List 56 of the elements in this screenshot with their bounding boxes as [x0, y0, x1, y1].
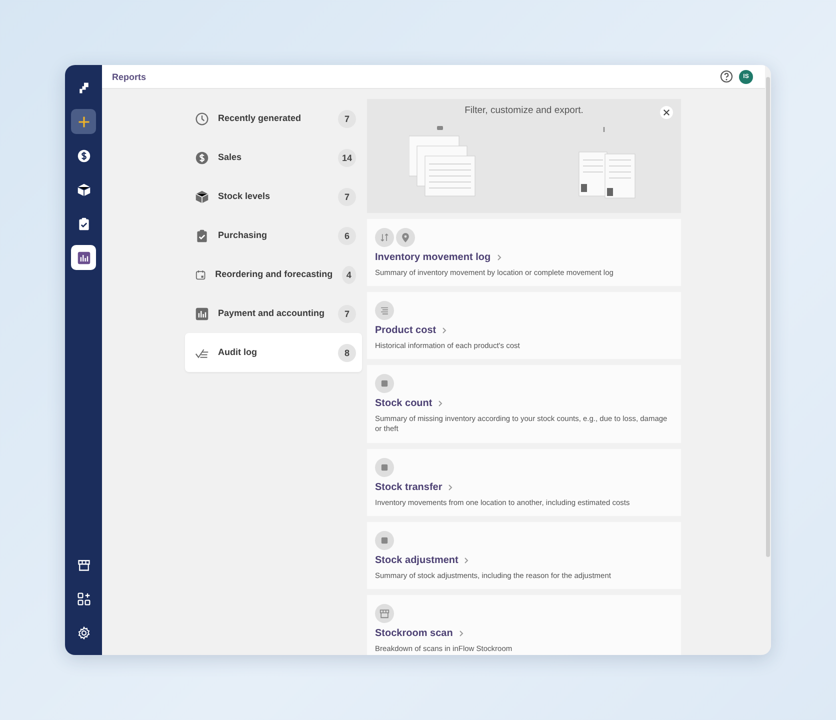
- gear-icon: [76, 626, 90, 640]
- page-title: Reports: [112, 72, 148, 82]
- chevron-icon: [464, 556, 470, 564]
- report-link[interactable]: Stock adjustment: [375, 554, 470, 566]
- report-link[interactable]: Product cost: [375, 325, 448, 336]
- count-badge: 8: [338, 344, 356, 362]
- category-item[interactable]: Sales 14: [185, 138, 362, 177]
- help-icon[interactable]: [720, 70, 733, 83]
- report-link[interactable]: Stockroom scan: [375, 628, 464, 639]
- box-icon: [195, 190, 209, 204]
- square-icon: [379, 378, 390, 390]
- lines-icon: [379, 305, 390, 316]
- report-link[interactable]: Stock transfer: [375, 482, 454, 492]
- chart-icon: [195, 306, 209, 320]
- store-icon: [379, 608, 390, 619]
- chevron-icon: [448, 484, 454, 490]
- plus-icon: [76, 114, 90, 128]
- logo-icon: [76, 80, 90, 94]
- count-badge: 7: [338, 110, 356, 128]
- chevron-icon: [458, 630, 464, 637]
- store-icon: [76, 558, 90, 572]
- clipboard-icon: [195, 228, 209, 242]
- arrows-icon: [379, 232, 390, 243]
- dollar-icon: [76, 148, 90, 162]
- apps-icon: [76, 592, 90, 606]
- close-button[interactable]: [660, 106, 673, 119]
- dollar-icon: [195, 150, 209, 164]
- square-icon: [379, 462, 390, 472]
- count-badge: 6: [338, 226, 356, 244]
- chevron-icon: [438, 400, 444, 408]
- count-badge: 14: [338, 148, 356, 166]
- chevron-icon: [442, 327, 448, 334]
- banner-title: Filter, customize and export.: [464, 105, 584, 116]
- count-badge: 7: [338, 188, 356, 206]
- clock-icon: [195, 112, 209, 126]
- calendar-icon: [195, 268, 206, 282]
- category-item[interactable]: Purchasing 6: [185, 216, 362, 255]
- close-icon: [663, 109, 670, 116]
- category-item[interactable]: Payment and accounting 7: [185, 294, 362, 333]
- clipboard-icon: [76, 216, 90, 230]
- category-item[interactable]: Stock levels 7: [185, 177, 362, 216]
- chevron-icon: [496, 254, 502, 261]
- report-link[interactable]: Inventory movement log: [375, 252, 502, 263]
- nav-button[interactable]: [71, 245, 96, 270]
- category-item[interactable]: Reordering and forecasting 4: [185, 255, 362, 294]
- pin-icon: [400, 232, 411, 243]
- report-link[interactable]: Stock count: [375, 398, 444, 410]
- chart-icon: [76, 250, 90, 264]
- category-item[interactable]: Audit log 8: [185, 333, 362, 372]
- nav-button[interactable]: [71, 109, 96, 134]
- square-icon: [379, 534, 390, 546]
- box-icon: [76, 182, 90, 196]
- scrollbar-thumb[interactable]: [766, 77, 770, 557]
- category-item[interactable]: Recently generated 7: [185, 99, 362, 138]
- count-badge: 7: [338, 304, 356, 322]
- count-badge: 4: [342, 266, 356, 284]
